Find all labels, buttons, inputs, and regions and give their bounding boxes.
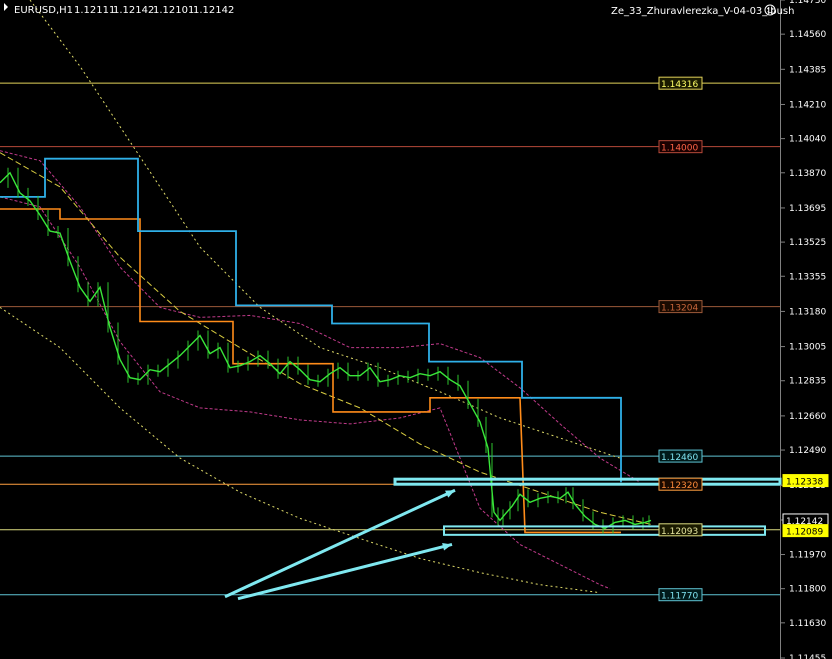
y-tick-label: 1.13005 xyxy=(789,343,826,353)
price-tag-label: 1.12338 xyxy=(786,478,823,488)
chart-open: 1.12111 xyxy=(74,5,115,16)
y-tick-label: 1.13695 xyxy=(789,204,826,214)
price-tag-label: 1.12089 xyxy=(786,528,823,538)
chart-close: 1.12142 xyxy=(193,5,234,16)
y-tick-label: 1.14040 xyxy=(789,135,826,145)
y-tick-label: 1.12835 xyxy=(789,377,826,387)
y-tick-label: 1.12660 xyxy=(789,412,826,422)
level-label: 1.11770 xyxy=(661,592,698,602)
y-tick-label: 1.14210 xyxy=(789,100,826,110)
y-tick-label: 1.13870 xyxy=(789,169,826,179)
level-label: 1.12320 xyxy=(661,481,698,491)
y-tick-label: 1.11455 xyxy=(789,654,826,659)
chart-high: 1.12142 xyxy=(113,5,154,16)
y-tick-label: 1.11970 xyxy=(789,551,826,561)
y-tick-label: 1.13180 xyxy=(789,307,826,317)
level-label: 1.13204 xyxy=(661,304,698,314)
y-tick-label: 1.13525 xyxy=(789,238,826,248)
level-label: 1.12460 xyxy=(661,453,698,463)
chart-background xyxy=(0,0,832,659)
price-chart: 1.14316 1.14000 1.13204 1.12460 1.12320 1.120… xyxy=(0,0,832,659)
y-tick-label: 1.13355 xyxy=(789,272,826,282)
y-tick-label: 1.14385 xyxy=(789,65,826,75)
level-label: 1.14000 xyxy=(661,144,698,154)
level-label: 1.12093 xyxy=(661,527,698,537)
y-tick-label: 1.12490 xyxy=(789,446,826,456)
y-tick-label: 1.14730 xyxy=(789,0,826,6)
level-label: 1.14316 xyxy=(661,80,698,90)
indicator-label: Ze_33_Zhuravlerezka_V-04-03_Ibush xyxy=(611,6,794,17)
y-tick-label: 1.14560 xyxy=(789,30,826,40)
chart-low: 1.12101 xyxy=(153,5,194,16)
y-tick-label: 1.11800 xyxy=(789,585,826,595)
chart-symbol-period: EURUSD,H1 xyxy=(14,5,73,16)
y-tick-label: 1.11630 xyxy=(789,619,826,629)
